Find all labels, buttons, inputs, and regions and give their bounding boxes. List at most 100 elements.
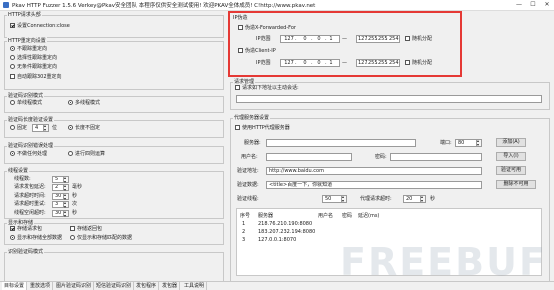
thread-setting-input[interactable]: 2: [52, 184, 64, 192]
close-button[interactable]: ✕: [540, 0, 554, 10]
multi-thread-radio[interactable]: 多线程模式: [68, 100, 100, 107]
proxy-row-server[interactable]: 127.0.0.1:8070: [258, 237, 296, 243]
xff-random-checkbox[interactable]: 随机分配: [405, 36, 432, 43]
ip-end-octet[interactable]: 254: [389, 36, 399, 43]
selective-redirect-radio[interactable]: 选择性跟踪重定向: [10, 55, 57, 62]
verify-threads-stepper[interactable]: [342, 194, 347, 203]
remove-unavailable-button[interactable]: 删除不可用: [496, 180, 536, 189]
proxy-timeout-stepper[interactable]: [421, 194, 426, 203]
radio-label: 不跟踪重定向: [17, 46, 48, 52]
proxy-column-header: 密码: [342, 213, 353, 219]
unfixed-length-radio[interactable]: 长度不固定: [68, 125, 100, 132]
show-matched-radio[interactable]: 仅显示和存储匹配的数据: [70, 235, 132, 242]
verify-url-input[interactable]: http://www.baidu.com: [266, 167, 482, 175]
arithmetic-radio[interactable]: 进行四则运算: [68, 151, 105, 158]
always-redirect-radio[interactable]: 无条件跟踪重定向: [10, 64, 57, 71]
server-input[interactable]: [266, 139, 416, 147]
radio-label: 不做任何处理: [17, 151, 48, 157]
single-thread-radio[interactable]: 单线程模式: [10, 100, 42, 107]
ip-start-octet[interactable]: 0: [298, 60, 312, 68]
thread-setting-input[interactable]: 30: [52, 192, 64, 200]
verify-button[interactable]: 验证可用: [496, 166, 526, 175]
forge-client-ip-checkbox[interactable]: 伪造Client-IP: [238, 48, 276, 55]
use-proxy-checkbox[interactable]: 使用HTTP代理服务器: [235, 125, 290, 132]
thread-setting-label: 请求发包延迟:: [14, 184, 46, 191]
forge-xff-checkbox[interactable]: 伪造X-Forwarded-For: [238, 25, 296, 32]
import-button[interactable]: 导入(I): [496, 152, 526, 161]
thread-setting-label: 请求超时时间:: [14, 192, 46, 199]
thread-setting-stepper[interactable]: [64, 175, 69, 184]
radio-label: 固定: [17, 125, 28, 131]
no-redirect-radio[interactable]: 不跟踪重定向: [10, 46, 47, 53]
title-bar: Pkav HTTP Fuzzer 1.5.6 Verkey@Pkav安全团队 本…: [0, 0, 554, 11]
port-input[interactable]: 80: [455, 139, 477, 147]
xff-range-label: IP范围: [256, 36, 271, 42]
display-storage-label: 显示和存储: [7, 219, 35, 226]
ip-forge-label: IP伪造: [232, 14, 249, 21]
app-icon: [3, 2, 9, 8]
save-response-checkbox[interactable]: 存储返回包: [70, 226, 102, 233]
no-process-radio[interactable]: 不做任何处理: [10, 151, 47, 158]
verify-threads-label: 验证线程:: [237, 196, 259, 202]
proxy-timeout-label: 代理请求超时:: [360, 196, 392, 202]
fixed-length-radio[interactable]: 固定: [10, 125, 27, 132]
thread-setting-stepper[interactable]: [64, 209, 69, 218]
auto-302-checkbox[interactable]: 自动跟踪302重定向: [10, 74, 62, 81]
ip-start-octet[interactable]: 1: [324, 60, 338, 68]
ip-start-octet[interactable]: 127: [282, 60, 296, 68]
password-label: 密码:: [375, 154, 387, 160]
ip-start-octet[interactable]: 127: [282, 36, 296, 44]
captcha-length-input[interactable]: 4: [32, 124, 44, 132]
radio-label: 显示和存储全部数据: [17, 235, 63, 241]
verify-data-label: 验证数据:: [237, 182, 259, 188]
server-label: 服务器:: [244, 140, 261, 146]
thread-setting-stepper[interactable]: [64, 200, 69, 209]
proxy-row-server[interactable]: 183.207.232.194:8080: [258, 229, 315, 235]
session-url-input[interactable]: [236, 95, 542, 103]
ip-start-octet[interactable]: 0: [298, 36, 312, 44]
ip-start-octet[interactable]: 1: [324, 36, 338, 44]
verify-threads-input[interactable]: 50: [322, 195, 342, 203]
radio-icon: [10, 100, 15, 105]
port-stepper[interactable]: [477, 138, 482, 147]
checkbox-icon: [70, 226, 75, 231]
active-session-checkbox[interactable]: 请求如下地址以主动会话:: [235, 85, 299, 92]
radio-icon: [10, 46, 15, 51]
add-proxy-button[interactable]: 添加(A): [496, 138, 526, 147]
checkbox-label: 自动跟踪302重定向: [17, 74, 62, 80]
checkbox-label: 设置Connection:close: [17, 23, 70, 29]
thread-setting-unit: 毫秒: [72, 184, 83, 191]
thread-setting-stepper[interactable]: [64, 183, 69, 192]
radio-label: 仅显示和存储匹配的数据: [77, 235, 133, 241]
thread-setting-input[interactable]: 30: [52, 209, 64, 217]
ip-dot: .: [295, 36, 297, 42]
proxy-label: 代理服务器设置: [233, 114, 271, 121]
thread-setting-stepper[interactable]: [64, 192, 69, 201]
captcha-misc-label: 识别验证码模式: [7, 248, 45, 255]
connection-close-checkbox[interactable]: 设置Connection:close: [10, 23, 70, 30]
checkbox-icon: [238, 25, 243, 30]
minimize-button[interactable]: —: [512, 0, 526, 10]
captcha-misc-group: [4, 252, 224, 281]
show-all-radio[interactable]: 显示和存储全部数据: [10, 235, 62, 242]
checkbox-icon: [238, 48, 243, 53]
proxy-row-server[interactable]: 218.76.210.190:8080: [258, 221, 312, 227]
radio-icon: [70, 235, 75, 240]
password-input[interactable]: [390, 153, 482, 161]
maximize-button[interactable]: ☐: [526, 0, 540, 10]
checkbox-label: 随机分配: [412, 36, 433, 42]
cip-random-checkbox[interactable]: 随机分配: [405, 60, 432, 67]
ip-end-octet[interactable]: 254: [389, 60, 399, 67]
username-input[interactable]: [266, 153, 352, 161]
radio-icon: [68, 100, 73, 105]
verify-data-input[interactable]: <title>百度一下，你就知道: [266, 181, 482, 189]
thread-setting-input[interactable]: 3: [52, 201, 64, 209]
thread-setting-input[interactable]: 5: [52, 176, 64, 183]
captcha-length-stepper[interactable]: [44, 123, 49, 132]
checkbox-icon: [405, 60, 410, 65]
save-request-checkbox[interactable]: 存储请求包: [10, 226, 42, 233]
http-header-label: HTTP请求头部: [7, 11, 42, 18]
proxy-timeout-input[interactable]: 20: [403, 195, 421, 203]
proxy-row-index: 2: [242, 229, 246, 235]
thread-setting-label: 线程空闲超时:: [14, 209, 46, 216]
